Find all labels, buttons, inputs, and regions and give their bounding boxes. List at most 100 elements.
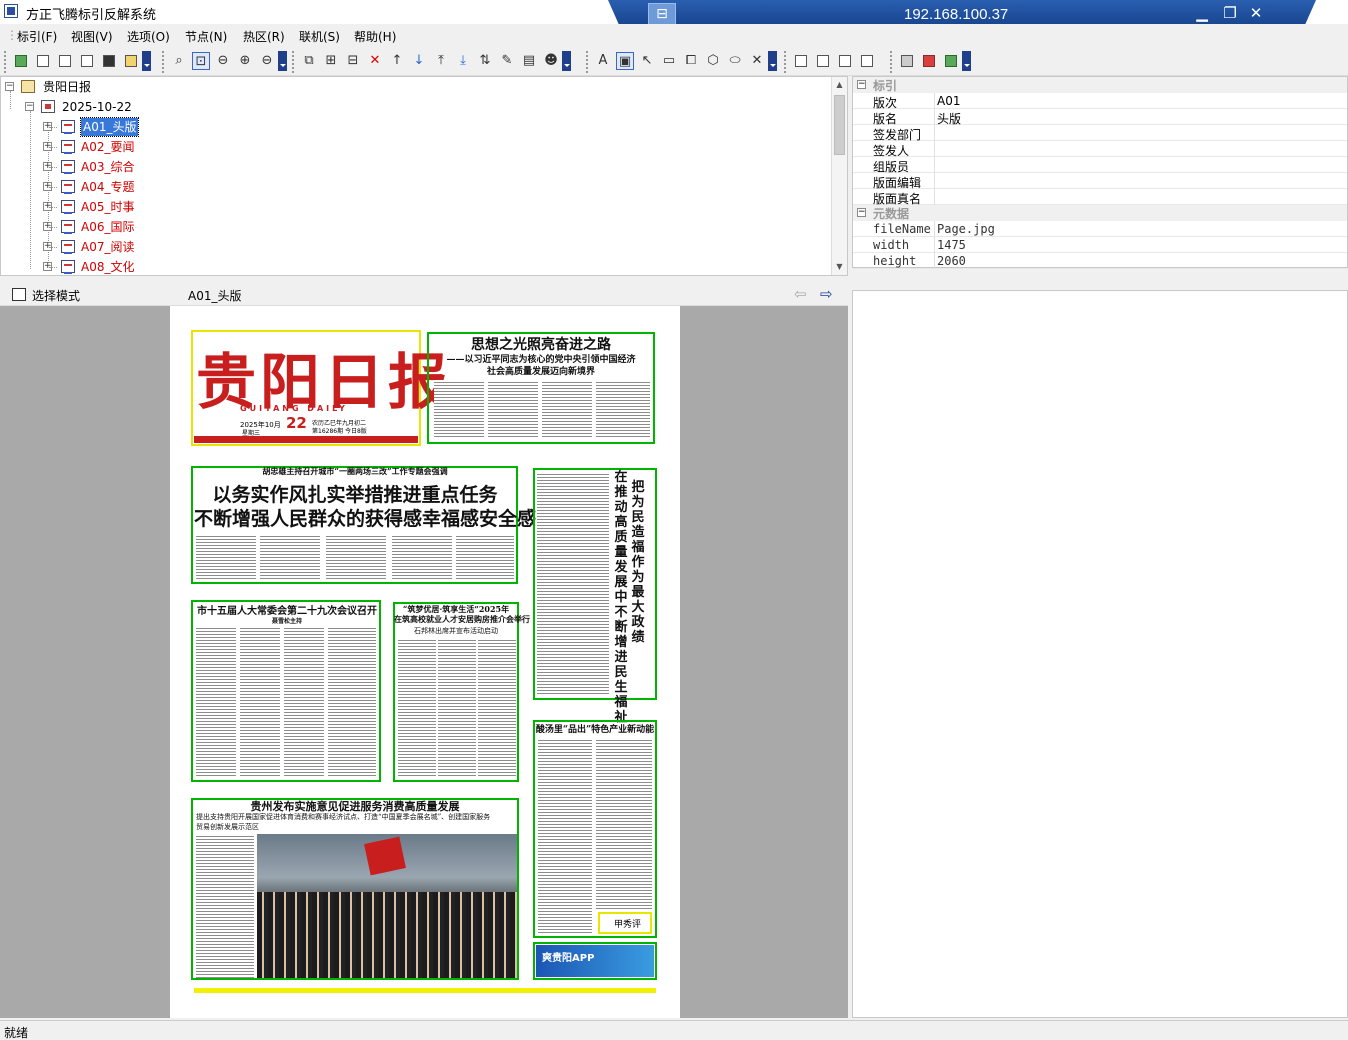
property-row[interactable]: 签发部门 xyxy=(853,125,1347,142)
toolbar-overflow-5[interactable] xyxy=(962,51,971,71)
property-category-index[interactable]: − 标引 xyxy=(853,77,1347,93)
property-row[interactable]: 版面编辑 xyxy=(853,173,1347,190)
page-check-icon[interactable] xyxy=(836,52,854,70)
property-row[interactable]: height 2060 xyxy=(853,253,1347,269)
window-title: 方正飞腾标引反解系统 xyxy=(26,8,157,23)
toolbar-group-file xyxy=(4,51,151,73)
layer-green-icon[interactable] xyxy=(942,52,960,70)
menu-node[interactable]: 节点(N) xyxy=(185,28,227,45)
collapse-icon[interactable]: − xyxy=(5,82,14,91)
scroll-up-icon[interactable]: ▲ xyxy=(832,77,847,93)
clear-tool-icon[interactable]: ✕ xyxy=(748,52,766,70)
move-top-icon[interactable]: ⤒ xyxy=(432,52,450,70)
toolbar-group-zoom: ⌕ ⊡ ⊖ ⊕ ⊖ xyxy=(162,51,287,73)
text-tool-icon[interactable]: A xyxy=(594,52,612,70)
article-2-title-a: 以务实作风扎实举措推进重点任务 xyxy=(212,484,498,506)
clipboard-icon[interactable] xyxy=(78,52,96,70)
collapse-icon[interactable]: − xyxy=(857,208,866,217)
page-viewer[interactable]: 贵阳日报 GUIYANG DAILY 2025年10月 22 星期三 农历乙巳年… xyxy=(0,306,848,1018)
properties-icon[interactable]: ▤ xyxy=(520,52,538,70)
open-folder-icon[interactable] xyxy=(12,52,30,70)
merge-node-icon[interactable]: ⊞ xyxy=(322,52,340,70)
page-props-icon[interactable] xyxy=(792,52,810,70)
property-value[interactable]: 1475 xyxy=(937,238,966,252)
layer-red-icon[interactable] xyxy=(920,52,938,70)
property-row[interactable]: width 1475 xyxy=(853,237,1347,253)
property-row[interactable]: 组版员 xyxy=(853,157,1347,174)
remote-ip: 192.168.100.37 xyxy=(904,6,1009,23)
close-button[interactable]: ✕ xyxy=(1246,4,1266,22)
toolbar-overflow-1[interactable] xyxy=(142,51,151,71)
toolbar-overflow-4[interactable] xyxy=(768,51,777,71)
toolbar-group-pages xyxy=(784,51,878,73)
news-photo xyxy=(257,834,517,978)
property-value[interactable]: 2060 xyxy=(937,254,966,268)
page-publish-icon[interactable] xyxy=(858,52,876,70)
minimize-button[interactable]: ▁ xyxy=(1192,4,1212,22)
toolbar-overflow-2[interactable] xyxy=(278,51,287,71)
menu-view[interactable]: 视图(V) xyxy=(71,28,113,45)
polygon-tool-icon[interactable]: ⬡ xyxy=(704,52,722,70)
property-row[interactable]: 版次 A01 xyxy=(853,93,1347,110)
menu-index[interactable]: 标引(F) xyxy=(17,28,57,45)
layer-stack-icon[interactable] xyxy=(898,52,916,70)
collapse-icon[interactable]: − xyxy=(857,80,866,89)
property-value[interactable]: Page.jpg xyxy=(937,222,995,236)
tree-scrollbar[interactable]: ▲ ▼ xyxy=(831,77,847,275)
article-1-subtitle-2: 社会高质量发展迈向新境界 xyxy=(486,367,595,377)
toolbar-overflow-3[interactable] xyxy=(562,51,571,71)
newspaper-icon xyxy=(21,80,35,93)
property-row[interactable]: 版名 头版 xyxy=(853,109,1347,126)
move-bottom-icon[interactable]: ⤓ xyxy=(454,52,472,70)
zoom-tool-icon[interactable]: ⌕ xyxy=(170,52,188,70)
category-label: 元数据 xyxy=(873,207,910,221)
newspaper-page[interactable]: 贵阳日报 GUIYANG DAILY 2025年10月 22 星期三 农历乙巳年… xyxy=(170,306,680,1018)
select-mode-icon[interactable]: ▣ xyxy=(616,52,634,70)
menu-online[interactable]: 联机(S) xyxy=(299,28,340,45)
page-edit-icon[interactable] xyxy=(814,52,832,70)
new-doc-icon[interactable] xyxy=(34,52,52,70)
ellipse-tool-icon[interactable]: ⬭ xyxy=(726,52,744,70)
move-up-icon[interactable]: ↑ xyxy=(388,52,406,70)
sort-icon[interactable]: ⇅ xyxy=(476,52,494,70)
collapse-icon[interactable]: − xyxy=(25,102,34,111)
menu-hotzone[interactable]: 热区(R) xyxy=(243,28,285,45)
copy-node-icon[interactable]: ⧉ xyxy=(300,52,318,70)
prev-page-icon[interactable]: ⇦ xyxy=(794,285,807,303)
menu-options[interactable]: 选项(O) xyxy=(127,28,170,45)
scroll-down-icon[interactable]: ▼ xyxy=(832,259,847,275)
pointer-icon[interactable]: ↖ xyxy=(638,52,656,70)
restore-button[interactable]: ❐ xyxy=(1220,4,1240,22)
rect-tool-icon[interactable]: ▭ xyxy=(660,52,678,70)
page-icon xyxy=(61,240,75,254)
pin-icon[interactable]: ⊟ xyxy=(648,3,676,25)
toolbar: ⌕ ⊡ ⊖ ⊕ ⊖ ⧉ ⊞ ⊟ ✕ ↑ ↓ ⤒ ⤓ ⇅ ✎ ▤ ☻ A ▣ ↖ ▭ ⧠ ⬡ ⬭ ✕ xyxy=(0,48,1348,76)
multi-rect-icon[interactable]: ⧠ xyxy=(682,52,700,70)
hotzone-footer[interactable] xyxy=(194,988,656,993)
property-row[interactable]: 版面真名 xyxy=(853,189,1347,206)
property-value[interactable]: A01 xyxy=(937,94,960,108)
next-page-icon[interactable]: ⇨ xyxy=(820,285,833,303)
save-icon[interactable] xyxy=(100,52,118,70)
fit-page-icon[interactable]: ⊡ xyxy=(192,52,210,70)
splitter[interactable] xyxy=(0,276,1348,284)
page-icon xyxy=(61,120,75,134)
delete-node-icon[interactable]: ✕ xyxy=(366,52,384,70)
tree-page-label: A01_头版 xyxy=(79,117,140,137)
scroll-thumb[interactable] xyxy=(834,95,845,155)
zoom-reset-icon[interactable]: ⊖ xyxy=(258,52,276,70)
property-category-metadata[interactable]: − 元数据 xyxy=(853,205,1347,221)
issue-day: 22 xyxy=(286,414,307,432)
move-down-icon[interactable]: ↓ xyxy=(410,52,428,70)
user-icon[interactable]: ☻ xyxy=(542,52,560,70)
zoom-out-icon[interactable]: ⊖ xyxy=(214,52,232,70)
export-icon[interactable] xyxy=(122,52,140,70)
tree-paper-label: 贵阳日报 xyxy=(43,80,92,94)
zoom-in-icon[interactable]: ⊕ xyxy=(236,52,254,70)
menu-help[interactable]: 帮助(H) xyxy=(354,28,396,45)
page-list-icon[interactable] xyxy=(56,52,74,70)
split-node-icon[interactable]: ⊟ xyxy=(344,52,362,70)
edit-node-icon[interactable]: ✎ xyxy=(498,52,516,70)
property-row[interactable]: 签发人 xyxy=(853,141,1347,158)
property-row[interactable]: fileName Page.jpg xyxy=(853,221,1347,237)
